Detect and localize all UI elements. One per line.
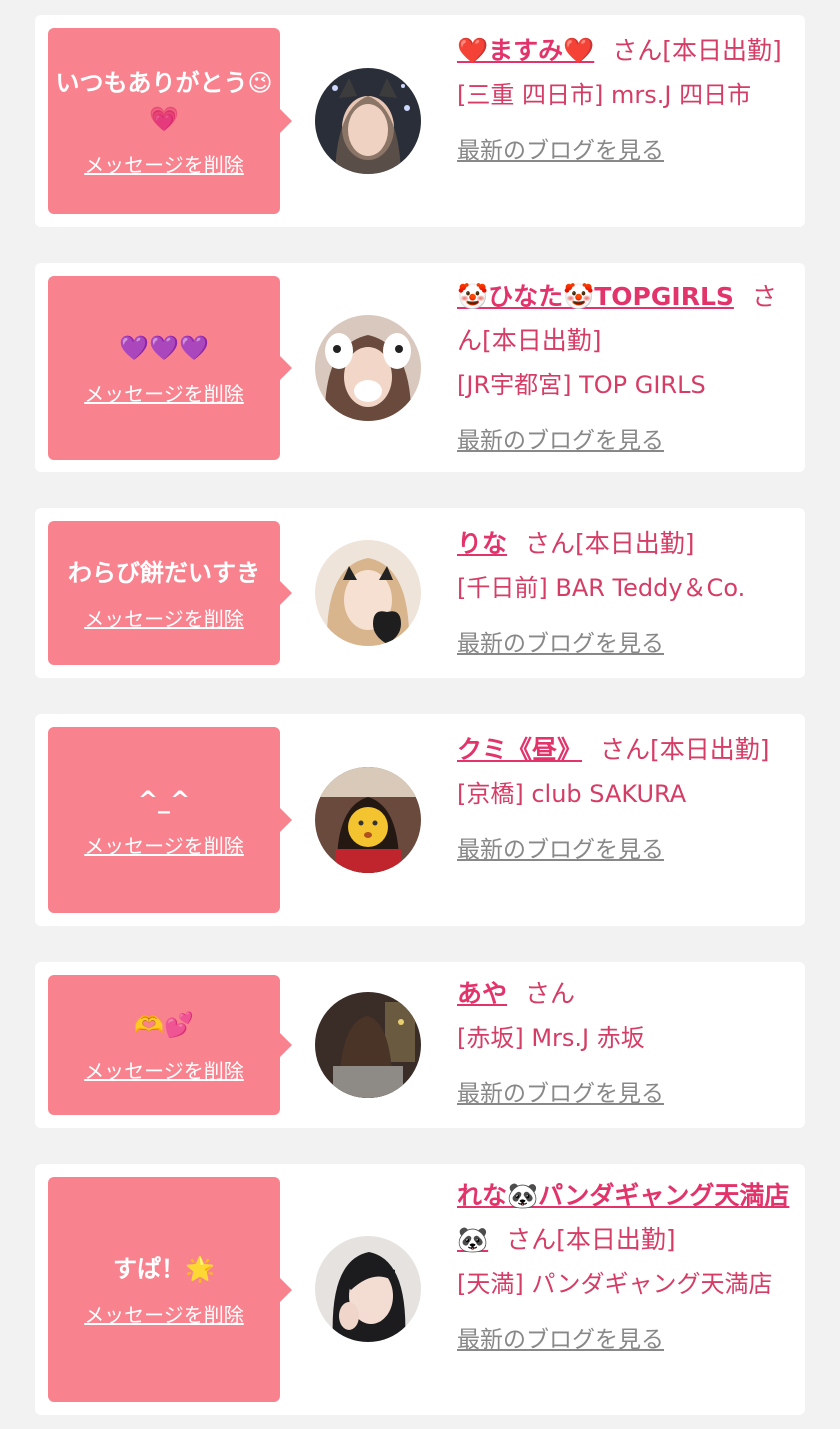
delete-message-link[interactable]: メッセージを削除	[84, 378, 244, 407]
message-bubble: いつもありがとう😉💗 メッセージを削除	[48, 28, 292, 214]
cast-info: クミ《昼》 さん[本日出勤] [京橋] club SAKURA 最新のブログを見る	[457, 728, 795, 864]
message-card: ^_^ メッセージを削除 クミ《昼》 さん[本日出勤] [京橋] club SAK…	[35, 714, 805, 926]
shop-name: [赤坂] Mrs.J 赤坂	[457, 1024, 645, 1052]
message-text: ^_^	[137, 785, 191, 814]
message-bubble: 💜💜💜 メッセージを削除	[48, 276, 292, 460]
message-bubble: 🫶💕 メッセージを削除	[48, 975, 292, 1115]
delete-message-link[interactable]: メッセージを削除	[84, 1055, 244, 1084]
honorific: さん	[612, 36, 663, 65]
cast-name-link[interactable]: 🤡ひなた🤡TOPGIRLS	[457, 282, 734, 311]
shop-name: [天満] パンダギャング天満店	[457, 1270, 773, 1298]
cast-name-link[interactable]: あや	[457, 979, 507, 1008]
message-bubble: すぱ！🌟 メッセージを削除	[48, 1177, 292, 1402]
cast-name-link[interactable]: クミ《昼》	[457, 735, 582, 764]
message-text: 💜💜💜	[119, 333, 209, 362]
cast-info: ❤️ますみ❤️ さん[本日出勤] [三重 四日市] mrs.J 四日市 最新のブロ…	[457, 29, 795, 165]
status-badge: [本日出勤]	[575, 529, 695, 558]
status-badge: [本日出勤]	[650, 735, 770, 764]
shop-name: [JR宇都宮] TOP GIRLS	[457, 371, 706, 399]
cast-info: あや さん [赤坂] Mrs.J 赤坂 最新のブログを見る	[457, 972, 795, 1108]
cast-name-line: れな🐼パンダギャング天満店🐼 さん[本日出勤]	[457, 1174, 795, 1262]
honorific: さん	[600, 735, 651, 764]
latest-blog-link[interactable]: 最新のブログを見る	[457, 624, 664, 658]
message-text: わらび餅だいすき	[68, 558, 260, 587]
delete-message-link[interactable]: メッセージを削除	[84, 830, 244, 859]
honorific: さん	[525, 529, 576, 558]
delete-message-link[interactable]: メッセージを削除	[84, 149, 244, 178]
avatar[interactable]	[315, 767, 421, 873]
delete-message-link[interactable]: メッセージを削除	[84, 1299, 244, 1328]
avatar[interactable]	[315, 1236, 421, 1342]
message-text: いつもありがとう😉💗	[55, 68, 273, 133]
cast-name-link[interactable]: ❤️ますみ❤️	[457, 36, 594, 65]
message-card: すぱ！🌟 メッセージを削除 れな🐼パンダギャング天満店🐼 さん[本日出勤] [天満…	[35, 1164, 805, 1415]
avatar[interactable]	[315, 315, 421, 421]
status-badge: [本日出勤]	[556, 1225, 676, 1254]
latest-blog-link[interactable]: 最新のブログを見る	[457, 131, 664, 165]
message-bubble: わらび餅だいすき メッセージを削除	[48, 521, 292, 665]
cast-info: れな🐼パンダギャング天満店🐼 さん[本日出勤] [天満] パンダギャング天満店 最…	[457, 1174, 795, 1354]
cast-name-line: 🤡ひなた🤡TOPGIRLS さん[本日出勤]	[457, 275, 795, 363]
honorific: さん	[506, 1225, 557, 1254]
cast-name-link[interactable]: りな	[457, 529, 507, 558]
latest-blog-link[interactable]: 最新のブログを見る	[457, 830, 664, 864]
latest-blog-link[interactable]: 最新のブログを見る	[457, 421, 664, 455]
message-card: 💜💜💜 メッセージを削除 🤡ひなた🤡TOPGIRLS さん[本日出勤] [JR宇都…	[35, 263, 805, 472]
latest-blog-link[interactable]: 最新のブログを見る	[457, 1074, 664, 1108]
status-badge: [本日出勤]	[482, 326, 602, 355]
avatar[interactable]	[315, 992, 421, 1098]
cast-name-line: あや さん	[457, 972, 795, 1016]
message-card: いつもありがとう😉💗 メッセージを削除 ❤️ますみ❤️ さん[本日出勤] [三重 …	[35, 15, 805, 227]
cast-info: 🤡ひなた🤡TOPGIRLS さん[本日出勤] [JR宇都宮] TOP GIRLS …	[457, 275, 795, 455]
shop-name: [京橋] club SAKURA	[457, 780, 687, 808]
cast-name-line: ❤️ますみ❤️ さん[本日出勤]	[457, 29, 795, 73]
cast-name-line: りな さん[本日出勤]	[457, 522, 795, 566]
message-text: 🫶💕	[134, 1010, 194, 1039]
message-card: わらび餅だいすき メッセージを削除 りな さん[本日出勤] [千日前] BAR T…	[35, 508, 805, 678]
status-badge: [本日出勤]	[662, 36, 782, 65]
shop-name: [千日前] BAR Teddy＆Co.	[457, 574, 746, 602]
shop-name: [三重 四日市] mrs.J 四日市	[457, 81, 752, 109]
avatar[interactable]	[315, 540, 421, 646]
message-text: すぱ！🌟	[113, 1255, 215, 1283]
cast-name-line: クミ《昼》 さん[本日出勤]	[457, 728, 795, 772]
delete-message-link[interactable]: メッセージを削除	[84, 603, 244, 632]
avatar[interactable]	[315, 68, 421, 174]
honorific: さん	[525, 979, 576, 1008]
message-bubble: ^_^ メッセージを削除	[48, 727, 292, 913]
cast-info: りな さん[本日出勤] [千日前] BAR Teddy＆Co. 最新のブログを見る	[457, 522, 795, 658]
latest-blog-link[interactable]: 最新のブログを見る	[457, 1320, 664, 1354]
message-card: 🫶💕 メッセージを削除 あや さん [赤坂] Mrs.J 赤坂 最新のブログを見る	[35, 962, 805, 1128]
